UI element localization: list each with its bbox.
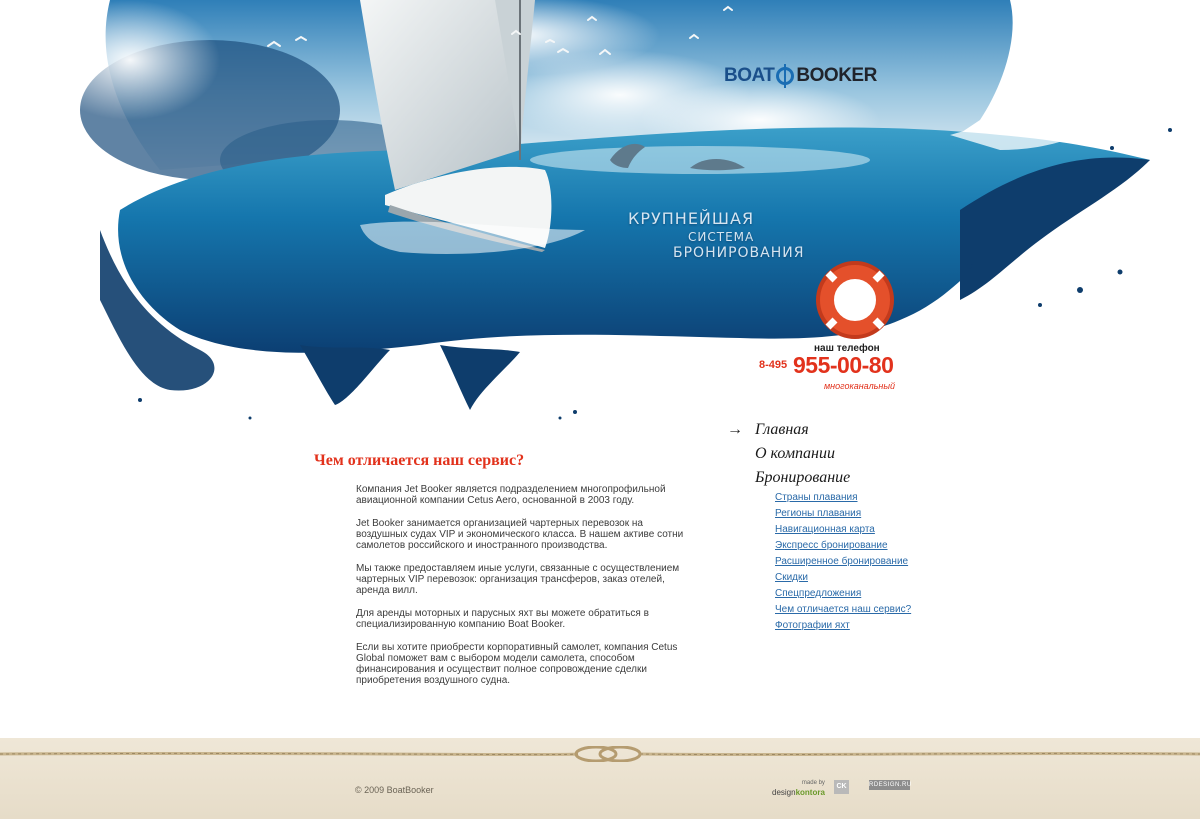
rope-knot-icon <box>0 746 1200 762</box>
slogan-line1: КРУПНЕЙШАЯ <box>628 209 755 228</box>
logo-part2: BOOKER <box>796 65 877 86</box>
submenu-link-countries[interactable]: Страны плавания <box>775 492 858 503</box>
slogan-line3: БРОНИРОВАНИЯ <box>673 245 805 261</box>
submenu-link-special-offers[interactable]: Спецпредложения <box>775 588 861 599</box>
submenu-link-regions[interactable]: Регионы плавания <box>775 508 861 519</box>
page-title: Чем отличается наш сервис? <box>314 452 525 469</box>
article-body: Компания Jet Booker является подразделен… <box>356 484 686 698</box>
phone-number: 955-00-80 <box>793 352 894 378</box>
nav-item-label: Бронирование <box>755 469 851 486</box>
footer: © 2009 BoatBooker made by designkontora … <box>0 738 1200 819</box>
submenu-link-nav-map[interactable]: Навигационная карта <box>775 524 875 535</box>
submenu-item: Навигационная карта <box>775 524 967 540</box>
nav-item-booking[interactable]: Бронирование <box>727 466 967 490</box>
slogan-line2: СИСТЕМА <box>688 230 755 244</box>
phone-prefix: 8-495 <box>759 359 788 371</box>
article-paragraph: Для аренды моторных и парусных яхт вы мо… <box>356 608 649 630</box>
article-paragraph: Jet Booker занимается организацией чарте… <box>356 518 684 551</box>
submenu-link-yacht-photos[interactable]: Фотографии яхт <box>775 620 850 631</box>
designer-brand-b: kontora <box>795 788 825 797</box>
booking-submenu: Страны плавания Регионы плавания Навигац… <box>727 492 967 636</box>
submenu-item: Расширенное бронирование <box>775 556 967 572</box>
designer-brand: designkontora <box>772 788 825 797</box>
arrow-right-icon: → <box>727 421 743 438</box>
nav-item-label: О компании <box>755 445 835 462</box>
submenu-item: Регионы плавания <box>775 508 967 524</box>
article-paragraph: Мы также предоставляем иные услуги, связ… <box>356 563 680 596</box>
submenu-item: Чем отличается наш сервис? <box>775 604 967 620</box>
submenu-item: Спецпредложения <box>775 588 967 604</box>
ck-badge[interactable]: CK <box>834 780 849 794</box>
submenu-item: Экспресс бронирование <box>775 540 967 556</box>
logo-part1: BOAT <box>724 65 775 86</box>
submenu-link-advanced-booking[interactable]: Расширенное бронирование <box>775 556 908 567</box>
nav-item-label: Главная <box>755 421 809 438</box>
copyright: © 2009 BoatBooker <box>355 785 434 795</box>
article-paragraph: Если вы хотите приобрести корпоративный … <box>356 642 678 686</box>
submenu-item: Скидки <box>775 572 967 588</box>
brand-logo[interactable]: BOAT BOOKER <box>724 62 877 90</box>
hero-banner: BOAT BOOKER КРУПНЕЙШАЯ СИСТЕМА БРОНИРОВА… <box>0 0 1200 440</box>
designer-brand-a: design <box>772 788 796 797</box>
phone-note: многоканальный <box>824 381 895 391</box>
submenu-item: Страны плавания <box>775 492 967 508</box>
submenu-link-our-service[interactable]: Чем отличается наш сервис? <box>775 604 911 615</box>
life-ring-icon <box>816 261 894 339</box>
rdesign-badge[interactable]: RDESIGN.RU <box>869 780 911 790</box>
nav-item-home[interactable]: → Главная <box>727 418 967 442</box>
submenu-link-discounts[interactable]: Скидки <box>775 572 808 583</box>
article-paragraph: Компания Jet Booker является подразделен… <box>356 484 666 506</box>
nav-item-about[interactable]: О компании <box>727 442 967 466</box>
made-by-label: made by <box>801 780 825 786</box>
main-navigation: → Главная О компании Бронирование Страны… <box>727 418 967 636</box>
designer-credit[interactable]: made by designkontora <box>772 779 825 797</box>
submenu-link-express-booking[interactable]: Экспресс бронирование <box>775 540 888 551</box>
submenu-item: Фотографии яхт <box>775 620 967 636</box>
anchor-ring-icon <box>776 64 795 88</box>
hero-illustration <box>40 0 1172 420</box>
